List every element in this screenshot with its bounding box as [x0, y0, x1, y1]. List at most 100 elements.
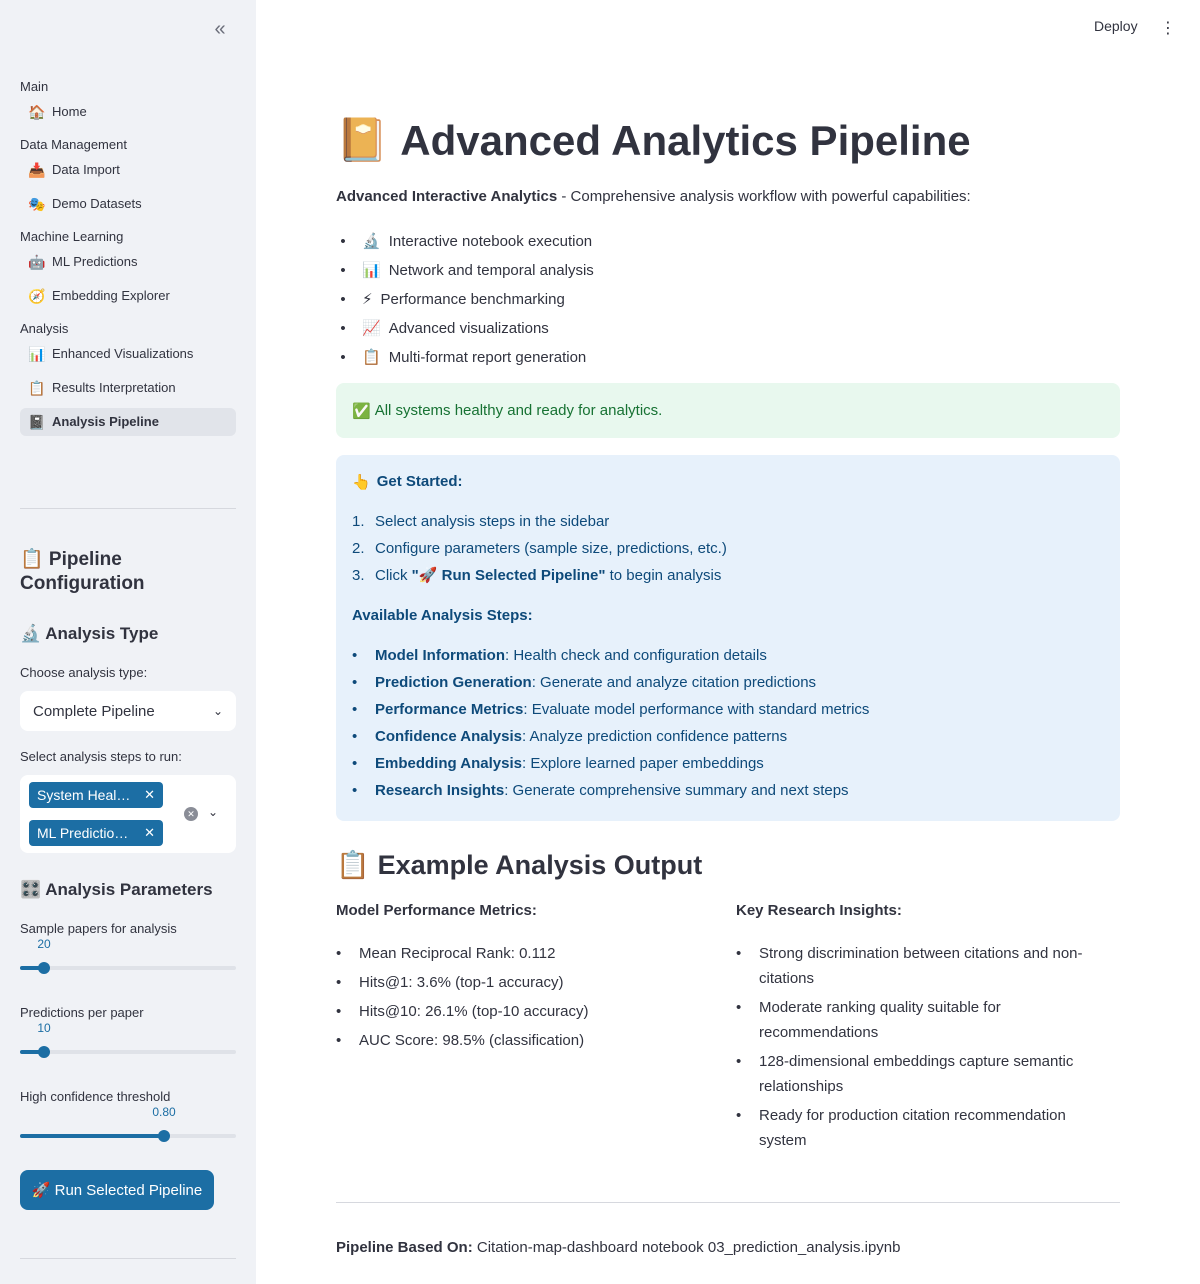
insight-item: 128-dimensional embeddings capture seman…: [736, 1049, 1096, 1099]
results-interpretation-icon: 📋: [28, 380, 46, 396]
available-step-text: Model Information: Health check and conf…: [375, 646, 767, 673]
available-step-text: Prediction Generation: Generate and anal…: [375, 673, 816, 700]
nav-section-title: Analysis: [20, 321, 69, 336]
chevron-down-icon[interactable]: ⌄: [208, 805, 218, 819]
data-import-icon: 📥: [28, 162, 46, 178]
available-step-text: Research Insights: Generate comprehensiv…: [375, 781, 849, 808]
available-step-desc: : Health check and configuration details: [505, 647, 767, 664]
nav-section-title: Data Management: [20, 137, 127, 152]
insight-item: Strong discrimination between citations …: [736, 941, 1096, 991]
feature-item: 🔬 Interactive notebook execution: [336, 227, 594, 256]
step-tag-ml-predictions[interactable]: ML Predictio… ✕: [29, 820, 163, 846]
available-steps-list: Model Information: Health check and conf…: [352, 646, 869, 808]
available-step-item: Model Information: Health check and conf…: [352, 646, 869, 673]
feature-item: ⚡ Performance benchmarking: [336, 285, 594, 314]
sidebar-item-label: ML Predictions: [52, 254, 138, 269]
available-step-name: Embedding Analysis: [375, 755, 522, 772]
page-title-text: Advanced Analytics Pipeline: [400, 116, 971, 164]
deploy-button[interactable]: Deploy: [1094, 18, 1138, 34]
sidebar-item-results-interpretation[interactable]: 📋 Results Interpretation: [20, 374, 236, 402]
step-text: Click "🚀 Run Selected Pipeline" to begin…: [375, 566, 721, 593]
step-item: 1. Select analysis steps in the sidebar: [352, 512, 727, 539]
confidence-threshold-slider[interactable]: 0.80: [20, 1105, 236, 1143]
sidebar-item-ml-predictions[interactable]: 🤖 ML Predictions: [20, 248, 236, 276]
available-step-item: Research Insights: Generate comprehensiv…: [352, 781, 869, 808]
sidebar-item-demo-datasets[interactable]: 🎭 Demo Datasets: [20, 190, 236, 218]
nav-section-title: Machine Learning: [20, 229, 124, 244]
slider-thumb[interactable]: [158, 1130, 170, 1142]
pipeline-config-title: 📋 Pipeline Configuration: [20, 549, 145, 594]
feature-item: 📋 Multi-format report generation: [336, 343, 594, 372]
sample-papers-slider[interactable]: 20: [20, 937, 236, 975]
step-item: 3. Click "🚀 Run Selected Pipeline" to beg…: [352, 566, 727, 593]
run-pipeline-button[interactable]: 🚀 Run Selected Pipeline: [20, 1170, 214, 1210]
metric-text: Hits@1: 3.6% (top-1 accuracy): [359, 974, 564, 991]
info-box: 👆 Get Started: 1. Select analysis steps i…: [336, 455, 1120, 821]
available-step-desc: : Explore learned paper embeddings: [521, 755, 764, 772]
metric-item: Mean Reciprocal Rank: 0.112: [336, 941, 716, 970]
analysis-params-title: 🎛️ Analysis Parameters: [20, 880, 213, 899]
available-step-item: Performance Metrics: Evaluate model perf…: [352, 700, 869, 727]
chevron-down-icon: ⌄: [212, 704, 223, 718]
feature-icon: ⚡: [362, 290, 373, 308]
predictions-per-paper-slider[interactable]: 10: [20, 1021, 236, 1059]
metrics-list: Mean Reciprocal Rank: 0.112 Hits@1: 3.6% …: [336, 941, 716, 1057]
clear-all-icon[interactable]: ✕: [184, 807, 198, 821]
step-tag-system-health[interactable]: System Heal… ✕: [29, 782, 163, 808]
available-step-desc: : Analyze prediction confidence patterns: [521, 728, 788, 745]
insight-item: Moderate ranking quality suitable for re…: [736, 995, 1096, 1045]
available-step-name: Model Information: [375, 647, 505, 664]
feature-icon: 📋: [362, 348, 381, 366]
sidebar-item-embedding-explorer[interactable]: 🧭 Embedding Explorer: [20, 282, 236, 310]
remove-tag-icon[interactable]: ✕: [144, 820, 155, 846]
collapse-sidebar-icon[interactable]: «: [208, 18, 232, 42]
insight-text: Strong discrimination between citations …: [759, 945, 1083, 987]
get-started-text: Get Started:: [376, 473, 463, 490]
analysis-pipeline-icon: 📓: [28, 414, 46, 430]
tag-label: ML Predictio…: [37, 825, 129, 841]
page-title: 📔 Advanced Analytics Pipeline: [336, 116, 971, 165]
tag-label: System Heal…: [37, 787, 131, 803]
sidebar-divider: [20, 1258, 236, 1259]
sidebar-item-home[interactable]: 🏠 Home: [20, 98, 236, 126]
metric-item: Hits@10: 26.1% (top-10 accuracy): [336, 999, 716, 1028]
sample-papers-label: Sample papers for analysis: [20, 921, 177, 936]
metric-text: AUC Score: 98.5% (classification): [359, 1032, 585, 1049]
demo-datasets-icon: 🎭: [28, 196, 46, 212]
slider-thumb[interactable]: [38, 1046, 50, 1058]
step-number: 1.: [352, 513, 365, 530]
analysis-steps-multiselect[interactable]: System Heal… ✕ ML Predictio… ✕ ✕ ⌄: [20, 775, 236, 853]
sidebar: « Main 🏠 Home Data Management 📥 Data Import 🎭 D…: [0, 0, 256, 1284]
analysis-type-value: Complete Pipeline: [33, 702, 155, 720]
step-text: Select analysis steps in the sidebar: [375, 512, 609, 539]
step-number: 3.: [352, 567, 365, 584]
analysis-type-select[interactable]: Complete Pipeline ⌄: [20, 691, 236, 731]
sidebar-item-analysis-pipeline[interactable]: 📓 Analysis Pipeline: [20, 408, 236, 436]
sidebar-item-label: Home: [52, 104, 87, 119]
sidebar-item-enhanced-visualizations[interactable]: 📊 Enhanced Visualizations: [20, 340, 236, 368]
sidebar-divider: [20, 508, 236, 509]
intro-text: Advanced Interactive Analytics - Compreh…: [336, 188, 971, 205]
more-vertical-icon[interactable]: ⋮: [1160, 18, 1176, 40]
metric-text: Hits@10: 26.1% (top-10 accuracy): [359, 1003, 589, 1020]
clipboard-icon: 📋: [336, 850, 370, 880]
feature-item: 📈 Advanced visualizations: [336, 314, 594, 343]
remove-tag-icon[interactable]: ✕: [144, 782, 155, 808]
feature-icon: 🔬: [362, 232, 381, 250]
nav-section-title: Main: [20, 79, 49, 94]
slider-thumb[interactable]: [38, 962, 50, 974]
enhanced-visualizations-icon: 📊: [28, 346, 46, 362]
available-step-desc: : Generate comprehensive summary and nex…: [504, 782, 849, 799]
feature-item: 📊 Network and temporal analysis: [336, 256, 594, 285]
get-started-heading: 👆 Get Started:: [352, 473, 463, 491]
insights-list: Strong discrimination between citations …: [736, 941, 1096, 1157]
step-text: Configure parameters (sample size, predi…: [375, 539, 727, 566]
confidence-threshold-label: High confidence threshold: [20, 1089, 171, 1104]
predictions-per-paper-label: Predictions per paper: [20, 1005, 144, 1020]
available-step-item: Embedding Analysis: Explore learned pape…: [352, 754, 869, 781]
sidebar-item-label: Analysis Pipeline: [52, 414, 159, 429]
feature-text: Multi-format report generation: [388, 348, 587, 366]
sidebar-item-label: Demo Datasets: [52, 196, 142, 211]
slider-value: 0.80: [152, 1105, 176, 1119]
sidebar-item-data-import[interactable]: 📥 Data Import: [20, 156, 236, 184]
